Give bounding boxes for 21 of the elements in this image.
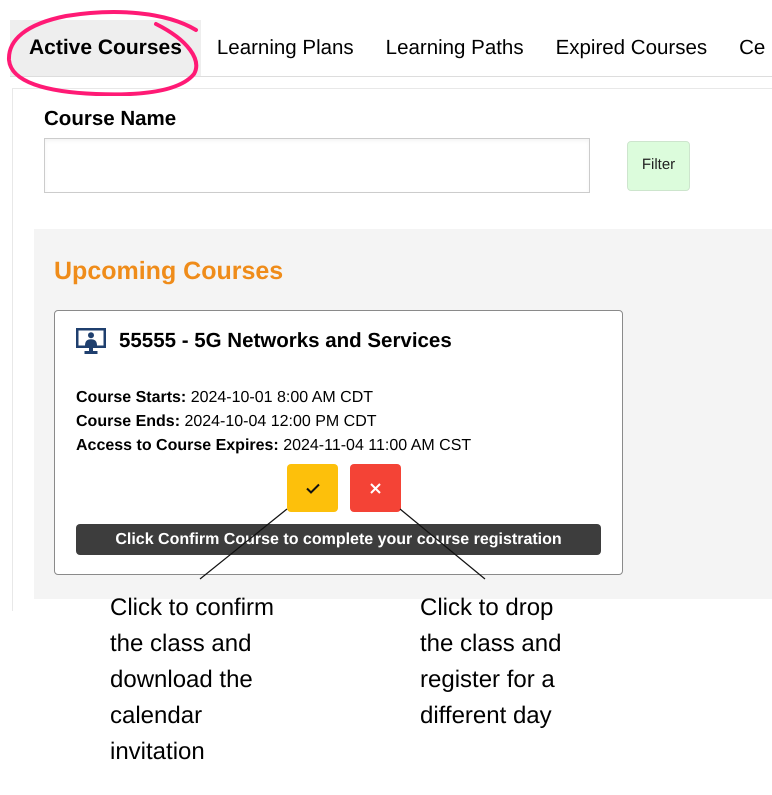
tab[interactable]: Ce (723, 20, 768, 76)
tab[interactable]: Learning Plans (200, 20, 370, 76)
check-icon (306, 482, 320, 494)
close-icon (370, 482, 381, 494)
course-detail: Course Starts: 2024-10-01 8:00 AM CDT (76, 388, 374, 408)
confirm-button[interactable] (287, 464, 338, 512)
tab[interactable]: Expired Courses (540, 20, 724, 76)
tab[interactable]: Active Courses (10, 20, 201, 76)
course-name-field[interactable] (44, 138, 590, 193)
callout-text: Click to drop the class and register for a different day (420, 593, 562, 731)
section-title: Upcoming Courses (54, 257, 284, 285)
drop-button[interactable] (350, 464, 401, 512)
course-detail: Access to Course Expires: 2024-11-04 11:00 AM CST (76, 436, 472, 456)
course-title: 55555 - 5G Networks and Services (119, 329, 452, 353)
filter-button[interactable]: Filter (627, 140, 690, 190)
registration-notice: Click Confirm Course to complete your course registration (76, 524, 601, 555)
field-label: Course Name (44, 107, 176, 131)
monitor-person-icon (76, 328, 106, 354)
course-detail: Course Ends: 2024-10-04 12:00 PM CDT (76, 412, 377, 432)
callout-text: Click to confirm the class and download the calendar invitation (110, 593, 276, 767)
tab[interactable]: Learning Paths (370, 20, 540, 76)
